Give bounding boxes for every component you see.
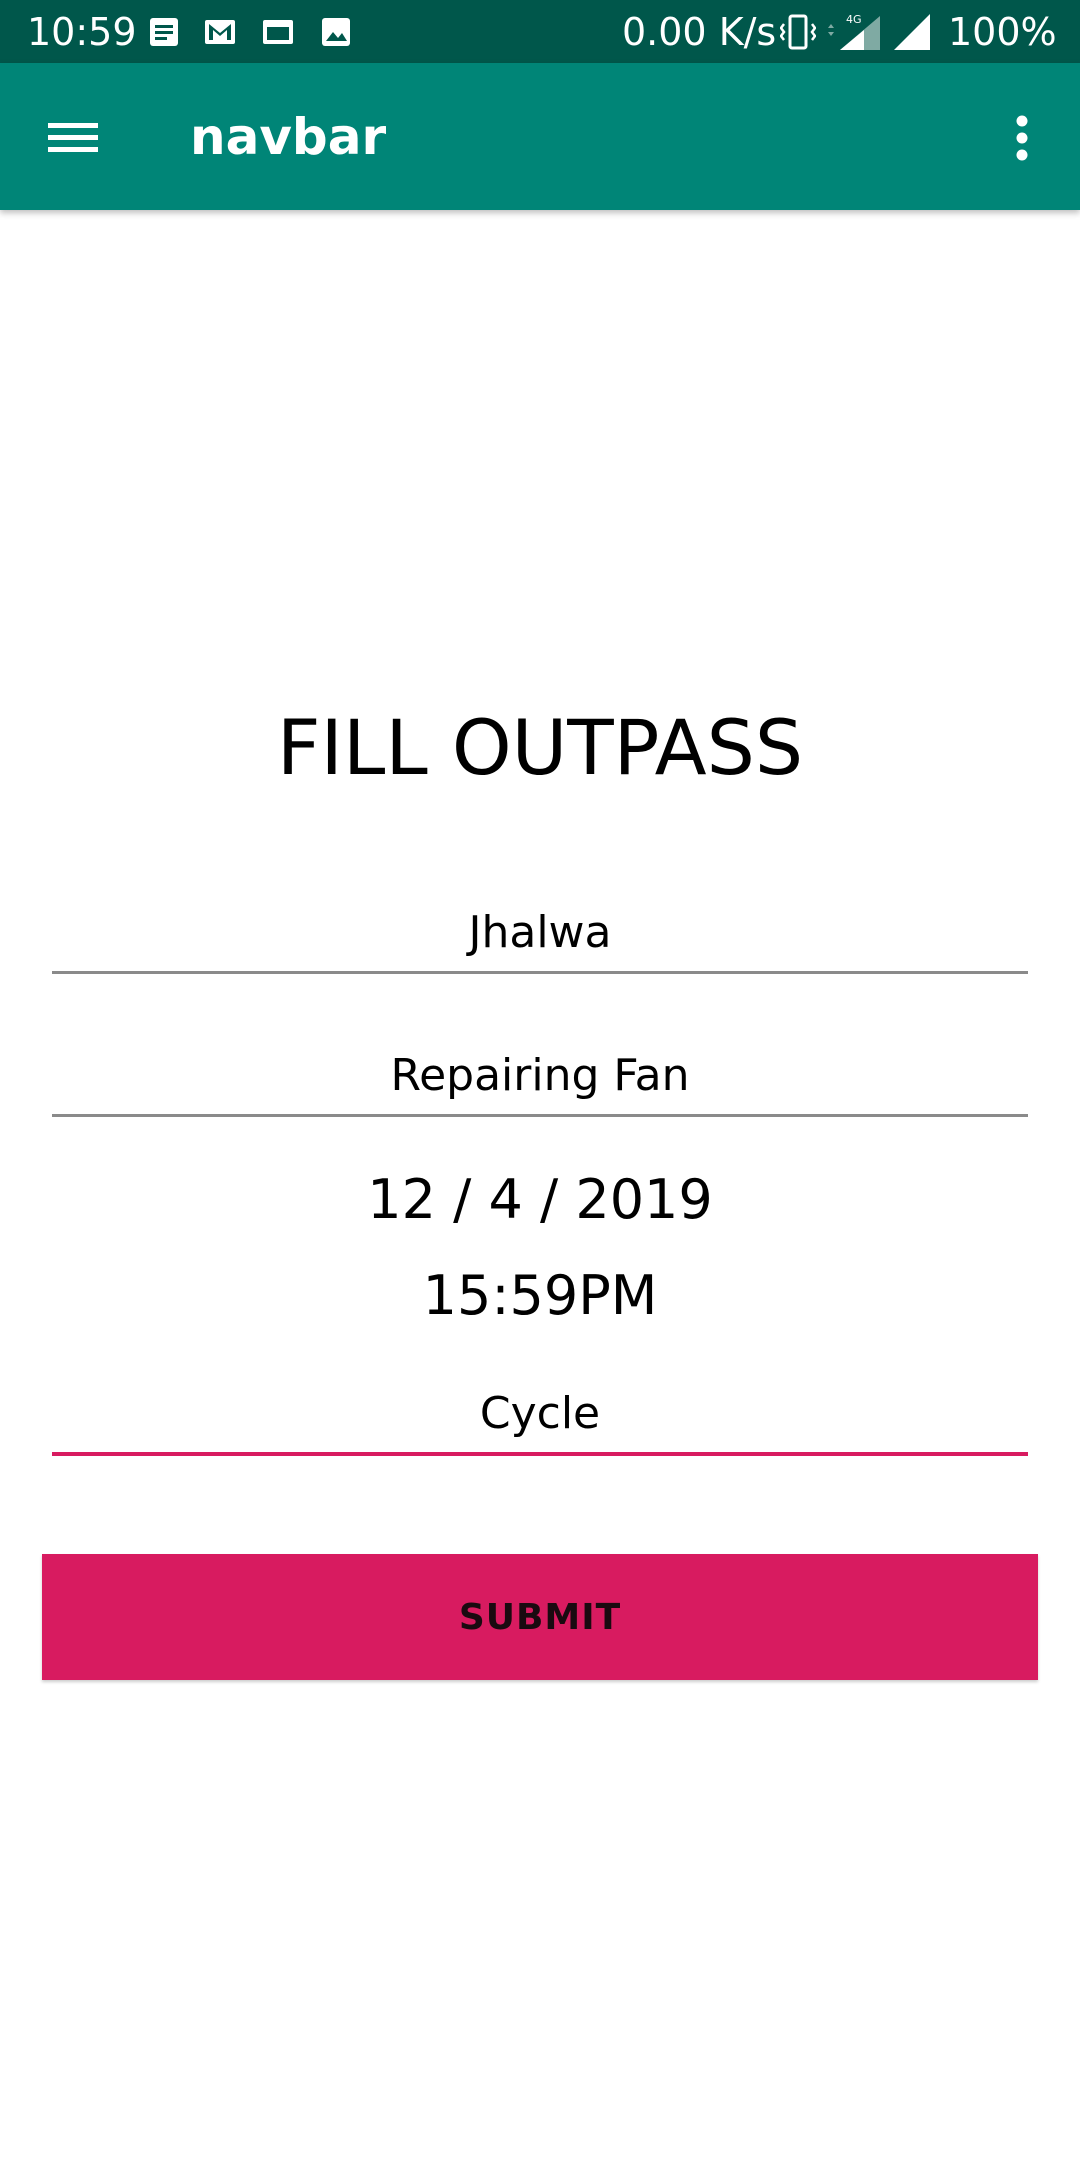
- overflow-menu-icon[interactable]: [994, 101, 1050, 173]
- app-bar: navbar: [0, 63, 1080, 210]
- status-bar: 10:59 0.00 K/s 4G 100%: [0, 0, 1080, 63]
- image-icon: [322, 18, 350, 46]
- vehicle-input[interactable]: [52, 1384, 1028, 1456]
- submit-button[interactable]: SUBMIT: [42, 1554, 1038, 1680]
- status-time: 10:59: [27, 10, 137, 54]
- signal-icon: [894, 14, 930, 50]
- vibrate-icon: [780, 14, 816, 50]
- hamburger-menu-icon[interactable]: [28, 101, 100, 173]
- app-title: navbar: [190, 108, 387, 166]
- date-display[interactable]: 12 / 4 / 2019: [0, 1166, 1080, 1234]
- gmail-icon: [205, 20, 235, 44]
- form-title: FILL OUTPASS: [276, 703, 804, 792]
- svg-text:4G: 4G: [846, 13, 862, 26]
- signal-4g-icon: 4G: [828, 13, 880, 50]
- network-speed: 0.00 K/s: [622, 10, 777, 54]
- time-display[interactable]: 15:59PM: [0, 1262, 1080, 1330]
- purpose-input[interactable]: [52, 1047, 1028, 1117]
- window-icon: [263, 20, 293, 44]
- document-icon: [150, 18, 178, 46]
- battery-level: 100%: [948, 10, 1057, 54]
- place-input[interactable]: [52, 904, 1028, 974]
